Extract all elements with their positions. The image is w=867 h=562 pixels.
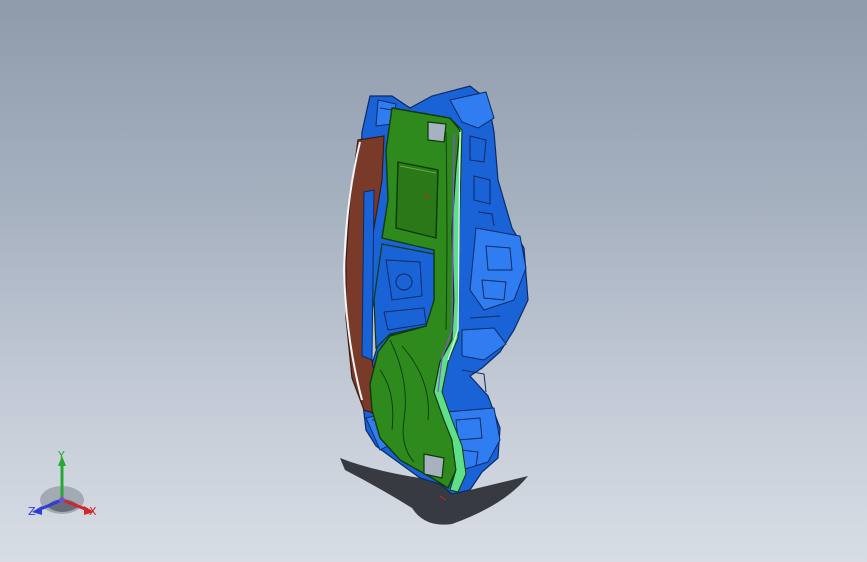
cad-graphics-viewport[interactable]: Y X Z xyxy=(0,0,867,562)
reference-triad[interactable]: Y X Z xyxy=(22,448,108,526)
display-recess xyxy=(395,161,439,239)
triad-z-label: Z xyxy=(28,505,36,518)
triad-x-label: X xyxy=(89,505,97,518)
bottom-slot xyxy=(423,453,445,479)
trim-slot xyxy=(361,189,375,361)
top-slot xyxy=(427,121,447,143)
triad-y-label: Y xyxy=(58,449,65,462)
dashboard-panel-3d-model[interactable] xyxy=(0,0,867,562)
